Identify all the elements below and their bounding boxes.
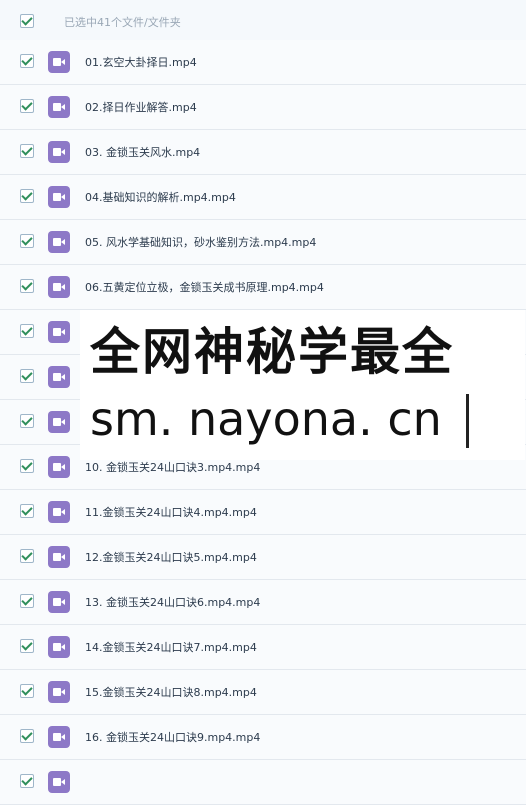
video-file-icon (48, 591, 70, 613)
video-file-icon (48, 51, 70, 73)
video-file-icon (48, 771, 70, 793)
watermark-overlay: 全网神秘学最全 sm. nayona. cn (80, 310, 525, 460)
video-file-icon (48, 321, 70, 343)
file-name[interactable]: 01.玄空大卦择日.mp4 (85, 54, 197, 70)
video-file-icon (48, 726, 70, 748)
file-row-partial[interactable] (0, 760, 526, 805)
video-file-icon (48, 636, 70, 658)
file-row[interactable]: 12.金锁玉关24山口诀5.mp4.mp4 (0, 535, 526, 580)
video-file-icon (48, 366, 70, 388)
video-file-icon (48, 546, 70, 568)
video-file-icon (48, 96, 70, 118)
file-row[interactable]: 03. 金锁玉关风水.mp4 (0, 130, 526, 175)
file-row[interactable]: 05. 风水学基础知识，砂水鉴别方法.mp4.mp4 (0, 220, 526, 265)
file-checkbox[interactable] (20, 414, 34, 428)
video-file-icon (48, 456, 70, 478)
file-row[interactable]: 16. 金锁玉关24山口诀9.mp4.mp4 (0, 715, 526, 760)
video-file-icon (48, 231, 70, 253)
file-name[interactable]: 13. 金锁玉关24山口诀6.mp4.mp4 (85, 594, 260, 610)
file-checkbox[interactable] (20, 234, 34, 248)
file-checkbox[interactable] (20, 774, 34, 788)
file-row[interactable]: 13. 金锁玉关24山口诀6.mp4.mp4 (0, 580, 526, 625)
file-checkbox[interactable] (20, 729, 34, 743)
file-checkbox[interactable] (20, 459, 34, 473)
video-file-icon (48, 411, 70, 433)
video-file-icon (48, 681, 70, 703)
file-checkbox[interactable] (20, 54, 34, 68)
file-row[interactable]: 02.择日作业解答.mp4 (0, 85, 526, 130)
file-checkbox[interactable] (20, 99, 34, 113)
file-name[interactable]: 03. 金锁玉关风水.mp4 (85, 144, 200, 160)
file-checkbox[interactable] (20, 279, 34, 293)
file-name[interactable]: 14.金锁玉关24山口诀7.mp4.mp4 (85, 639, 257, 655)
file-name[interactable]: 04.基础知识的解析.mp4.mp4 (85, 189, 236, 205)
text-cursor (466, 394, 469, 448)
select-all-checkbox[interactable] (20, 14, 34, 28)
file-checkbox[interactable] (20, 684, 34, 698)
file-row[interactable]: 14.金锁玉关24山口诀7.mp4.mp4 (0, 625, 526, 670)
file-name[interactable]: 11.金锁玉关24山口诀4.mp4.mp4 (85, 504, 257, 520)
file-checkbox[interactable] (20, 369, 34, 383)
file-row[interactable]: 11.金锁玉关24山口诀4.mp4.mp4 (0, 490, 526, 535)
video-file-icon (48, 501, 70, 523)
watermark-line-2: sm. nayona. cn (90, 392, 442, 446)
video-file-icon (48, 141, 70, 163)
file-checkbox[interactable] (20, 189, 34, 203)
video-file-icon (48, 276, 70, 298)
selection-count-text: 已选中41个文件/文件夹 (64, 16, 181, 29)
file-checkbox[interactable] (20, 144, 34, 158)
file-name[interactable]: 05. 风水学基础知识，砂水鉴别方法.mp4.mp4 (85, 234, 316, 250)
file-name[interactable]: 12.金锁玉关24山口诀5.mp4.mp4 (85, 549, 257, 565)
file-name[interactable]: 15.金锁玉关24山口诀8.mp4.mp4 (85, 684, 257, 700)
file-name[interactable]: 10. 金锁玉关24山口诀3.mp4.mp4 (85, 459, 260, 475)
file-row[interactable]: 04.基础知识的解析.mp4.mp4 (0, 175, 526, 220)
selection-header: 已选中41个文件/文件夹 (0, 0, 526, 45)
file-row[interactable]: 15.金锁玉关24山口诀8.mp4.mp4 (0, 670, 526, 715)
file-name[interactable]: 02.择日作业解答.mp4 (85, 99, 197, 115)
file-checkbox[interactable] (20, 549, 34, 563)
watermark-line-1: 全网神秘学最全 (90, 323, 454, 381)
file-row[interactable]: 06.五黄定位立极，金锁玉关成书原理.mp4.mp4 (0, 265, 526, 310)
file-name[interactable]: 16. 金锁玉关24山口诀9.mp4.mp4 (85, 729, 260, 745)
file-checkbox[interactable] (20, 639, 34, 653)
file-name[interactable]: 06.五黄定位立极，金锁玉关成书原理.mp4.mp4 (85, 279, 324, 295)
video-file-icon (48, 186, 70, 208)
file-row[interactable]: 01.玄空大卦择日.mp4 (0, 40, 526, 85)
file-checkbox[interactable] (20, 324, 34, 338)
file-checkbox[interactable] (20, 594, 34, 608)
file-checkbox[interactable] (20, 504, 34, 518)
